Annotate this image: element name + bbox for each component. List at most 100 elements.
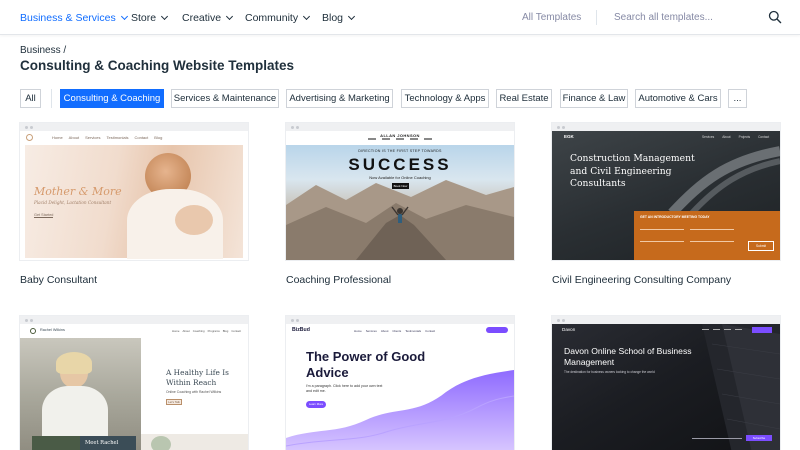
template-title[interactable]: Coaching Professional [286, 274, 391, 286]
form-line [640, 241, 684, 242]
preview-headline: SUCCESS [348, 155, 452, 174]
preview-headline: A Healthy Life Is Within Reach [166, 368, 229, 387]
preview-cta: Get Started [34, 213, 54, 218]
preview-cta: Let's Talk [166, 399, 182, 405]
email-field-line [692, 438, 742, 439]
filter-divider [51, 89, 52, 108]
filter-automotive-cars[interactable]: Automotive & Cars [635, 89, 721, 108]
nav-community[interactable]: Community [245, 0, 311, 35]
template-preview[interactable]: EGK Services About Projects Contact Cons… [552, 123, 780, 260]
filter-all[interactable]: All [20, 89, 41, 108]
search-input[interactable] [614, 8, 754, 27]
template-title[interactable]: Baby Consultant [20, 274, 97, 286]
preview-nav-link: Services [365, 329, 377, 333]
preview-screen: EGK Services About Projects Contact Cons… [552, 131, 780, 260]
preview-cta: Book Now [392, 183, 409, 189]
form-line [640, 229, 684, 230]
template-preview[interactable]: Davon Davon Online School of Business Ma… [552, 316, 780, 450]
filter-real-estate[interactable]: Real Estate [496, 89, 552, 108]
logo-icon [26, 134, 33, 141]
browser-bar [20, 316, 248, 324]
nav-store[interactable]: Store [131, 0, 169, 35]
filter-finance-law[interactable]: Finance & Law [560, 89, 628, 108]
filter-advertising-marketing[interactable]: Advertising & Marketing [286, 89, 393, 108]
preview-nav-link: Contact [231, 329, 241, 333]
preview-kicker: DIRECTION IS THE FIRST STEP TOWARDS [358, 149, 442, 153]
form-line [690, 229, 734, 230]
decor-shape [151, 436, 171, 450]
preview-screen: Home About Services Testimonials Contact… [20, 131, 248, 260]
lower-section [141, 434, 248, 450]
preview-logo: EGK [564, 134, 574, 139]
nav-label: Business & Services [20, 11, 116, 24]
preview-nav-link: Clients [392, 329, 402, 333]
preview-subline: Online Coaching with Rachel Wilkins [166, 390, 222, 394]
preview-form-title: GET AN INTRODUCTORY MEETING TODAY [640, 215, 710, 219]
preview-nav-link: Blog [154, 135, 163, 140]
preview-cta: Submit [748, 241, 774, 251]
browser-bar [20, 123, 248, 131]
all-templates-link[interactable]: All Templates [522, 0, 581, 35]
caption-panel: Meet Rachel [80, 436, 136, 450]
skyscraper-illustration [702, 324, 780, 450]
wave-chart-illustration [286, 370, 514, 450]
preview-headline: Davon Online School of Business Manageme… [564, 346, 692, 367]
browser-bar [552, 123, 780, 131]
nav-label: Community [245, 11, 299, 24]
chevron-down-icon [161, 12, 169, 20]
search-icon[interactable] [768, 10, 782, 24]
coach-photo-hair [56, 352, 92, 374]
browser-bar [286, 316, 514, 324]
preview-nav [702, 329, 742, 331]
preview-nav-link: Contact [758, 135, 770, 139]
top-navigation: Business & Services Store Creative Commu… [0, 0, 800, 35]
preview-cta: Learn More [306, 401, 326, 408]
preview-header-button [486, 327, 508, 333]
preview-nav [286, 138, 514, 140]
preview-screen: Davon Davon Online School of Business Ma… [552, 324, 780, 450]
template-preview[interactable]: ALLAN JOHNSON DIRECTION IS THE FIRST STE… [286, 123, 514, 260]
breadcrumb[interactable]: Business / [20, 45, 66, 56]
template-preview[interactable]: BizBud Home Services About Clients Testi… [286, 316, 514, 450]
template-preview[interactable]: Rachel Wilkins Home About Coaching Progr… [20, 316, 248, 450]
preview-nav-link: Programs [207, 329, 220, 333]
preview-subline: Now Available for Online Coaching [369, 175, 431, 180]
chevron-down-icon [120, 12, 128, 20]
preview-nav-link: Blog [222, 329, 229, 333]
preview-caption: Meet Rachel [85, 440, 119, 446]
preview-nav-link: Services [702, 135, 715, 139]
form-line [690, 241, 734, 242]
nav-creative[interactable]: Creative [182, 0, 234, 35]
chevron-down-icon [347, 12, 356, 20]
preview-headline: Construction Management and Civil Engine… [570, 153, 695, 189]
page-title: Consulting & Coaching Website Templates [20, 58, 295, 73]
chevron-down-icon [303, 12, 311, 20]
filter-more[interactable]: ... [728, 89, 747, 108]
preview-logo: Davon [562, 327, 576, 332]
preview-headline: Mother & More [34, 185, 122, 198]
preview-nav-link: Services [85, 135, 101, 140]
preview-nav: Home About Coaching Programs Blog Contac… [172, 329, 241, 333]
preview-nav-link: About [722, 135, 731, 139]
preview-screen: ALLAN JOHNSON DIRECTION IS THE FIRST STE… [286, 131, 514, 260]
template-title[interactable]: Civil Engineering Consulting Company [552, 274, 731, 286]
preview-nav-link: Home [172, 329, 180, 333]
nav-business-services[interactable]: Business & Services [20, 0, 128, 35]
baby-photo [175, 205, 213, 235]
preview-nav-link: Contact [134, 135, 149, 140]
preview-nav-link: About [380, 329, 389, 333]
preview-screen: Rachel Wilkins Home About Coaching Progr… [20, 324, 248, 450]
preview-subline: I'm a paragraph. Click here to add your … [306, 384, 383, 393]
template-preview[interactable]: Home About Services Testimonials Contact… [20, 123, 248, 260]
nav-blog[interactable]: Blog [322, 0, 356, 35]
contact-form-panel: GET AN INTRODUCTORY MEETING TODAY Submit [634, 211, 780, 260]
preview-nav-link: Contact [425, 329, 436, 333]
preview-nav: Home About Services Testimonials Contact… [52, 135, 162, 140]
filter-consulting-coaching[interactable]: Consulting & Coaching [60, 89, 164, 108]
preview-nav-link: Coaching [192, 329, 205, 333]
nav-label: Store [131, 11, 157, 24]
browser-bar [552, 316, 780, 324]
preview-logo: BizBud [292, 327, 310, 333]
filter-technology-apps[interactable]: Technology & Apps [401, 89, 489, 108]
filter-services-maintenance[interactable]: Services & Maintenance [171, 89, 279, 108]
